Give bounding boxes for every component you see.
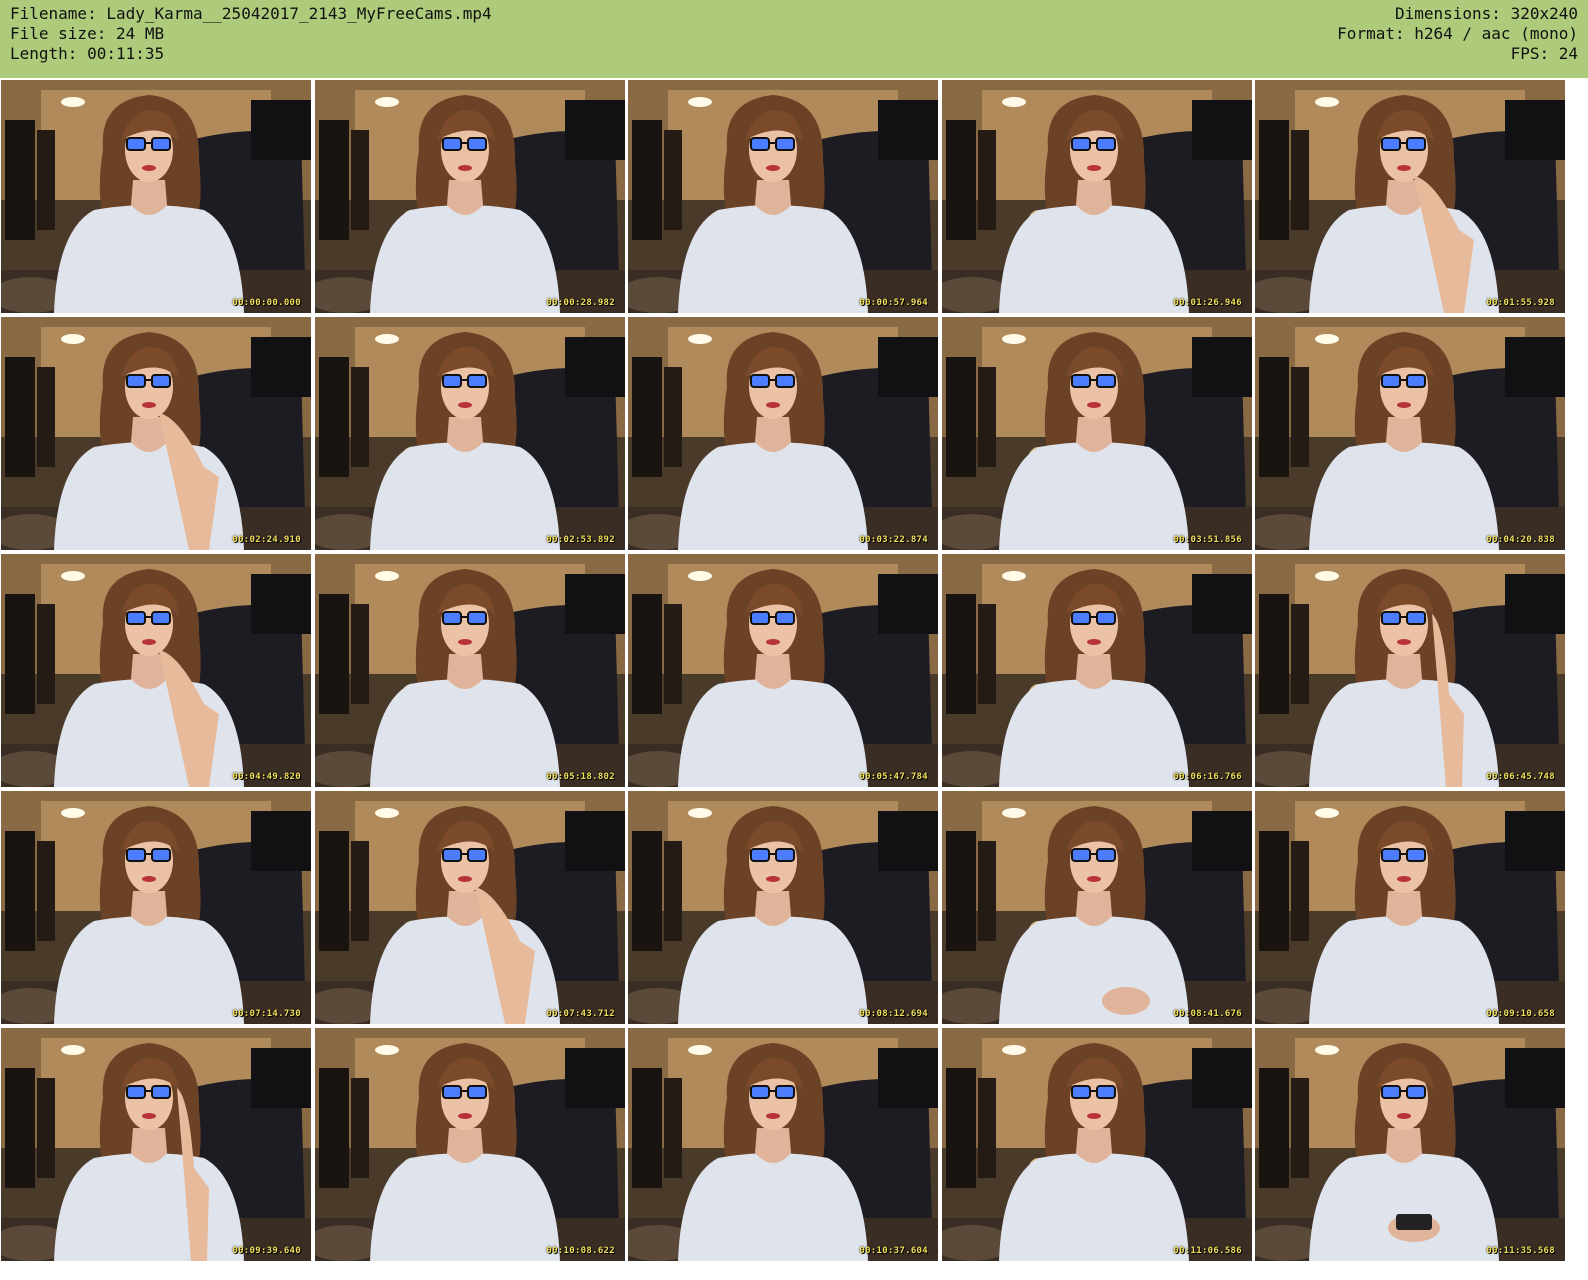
video-info-left: Filename: Lady_Karma__25042017_2143_MyFr… — [10, 4, 492, 64]
frame-timestamp: 00:04:49.820 — [232, 772, 301, 782]
webcam-frame-image — [1255, 80, 1565, 313]
frame-timestamp: 00:05:47.784 — [859, 772, 928, 782]
frame-timestamp: 00:09:39.640 — [232, 1246, 301, 1256]
webcam-frame-image — [1, 791, 311, 1024]
frame-timestamp: 00:07:14.730 — [232, 1009, 301, 1019]
webcam-frame-image — [315, 1028, 625, 1261]
frame-timestamp: 00:07:43.712 — [546, 1009, 615, 1019]
webcam-frame-image — [1255, 1028, 1565, 1261]
webcam-frame-image — [315, 317, 625, 550]
frame-timestamp: 00:06:45.748 — [1486, 772, 1555, 782]
thumbnail-frame: 00:11:06.586 — [942, 1028, 1252, 1261]
thumbnail-frame: 00:03:51.856 — [942, 317, 1252, 550]
webcam-frame-image — [315, 80, 625, 313]
frame-timestamp: 00:11:35.568 — [1486, 1246, 1555, 1256]
thumbnail-frame: 00:06:16.766 — [942, 554, 1252, 787]
frame-timestamp: 00:02:53.892 — [546, 535, 615, 545]
webcam-frame-image — [628, 317, 938, 550]
webcam-frame-image — [1, 554, 311, 787]
frame-timestamp: 00:01:26.946 — [1173, 298, 1242, 308]
format-text: Format: h264 / aac (mono) — [1337, 24, 1578, 43]
frame-timestamp: 00:03:22.874 — [859, 535, 928, 545]
webcam-frame-image — [1255, 317, 1565, 550]
webcam-frame-image — [1, 1028, 311, 1261]
webcam-frame-image — [942, 554, 1252, 787]
thumbnail-frame: 00:10:37.604 — [628, 1028, 938, 1261]
webcam-frame-image — [942, 1028, 1252, 1261]
thumbnail-frame: 00:02:24.910 — [1, 317, 311, 550]
frame-timestamp: 00:11:06.586 — [1173, 1246, 1242, 1256]
webcam-frame-image — [942, 791, 1252, 1024]
thumbnail-grid: 00:00:00.000 00:00:28.982 00:00:57.964 00:0… — [1, 80, 1588, 1280]
webcam-frame-image — [942, 80, 1252, 313]
webcam-frame-image — [628, 80, 938, 313]
frame-timestamp: 00:03:51.856 — [1173, 535, 1242, 545]
thumbnail-frame: 00:01:26.946 — [942, 80, 1252, 313]
frame-timestamp: 00:10:08.622 — [546, 1246, 615, 1256]
webcam-frame-image — [628, 791, 938, 1024]
frame-timestamp: 00:04:20.838 — [1486, 535, 1555, 545]
frame-timestamp: 00:00:57.964 — [859, 298, 928, 308]
thumbnail-frame: 00:07:43.712 — [315, 791, 625, 1024]
webcam-frame-image — [315, 791, 625, 1024]
thumbnail-frame: 00:00:28.982 — [315, 80, 625, 313]
fps-text: FPS: 24 — [1510, 44, 1578, 63]
video-info-right: Dimensions: 320x240 Format: h264 / aac (… — [1337, 4, 1578, 64]
filename-text: Filename: Lady_Karma__25042017_2143_MyFr… — [10, 4, 492, 23]
thumbnail-frame: 00:09:39.640 — [1, 1028, 311, 1261]
thumbnail-frame: 00:02:53.892 — [315, 317, 625, 550]
thumbnail-frame: 00:00:57.964 — [628, 80, 938, 313]
webcam-frame-image — [942, 317, 1252, 550]
frame-timestamp: 00:01:55.928 — [1486, 298, 1555, 308]
webcam-frame-image — [315, 554, 625, 787]
webcam-frame-image — [1255, 791, 1565, 1024]
thumbnail-frame: 00:04:20.838 — [1255, 317, 1565, 550]
length-text: Length: 00:11:35 — [10, 44, 165, 63]
frame-timestamp: 00:05:18.802 — [546, 772, 615, 782]
frame-timestamp: 00:00:00.000 — [232, 298, 301, 308]
frame-timestamp: 00:06:16.766 — [1173, 772, 1242, 782]
thumbnail-frame: 00:07:14.730 — [1, 791, 311, 1024]
thumbnail-frame: 00:09:10.658 — [1255, 791, 1565, 1024]
dimensions-text: Dimensions: 320x240 — [1394, 4, 1578, 23]
thumbnail-frame: 00:10:08.622 — [315, 1028, 625, 1261]
webcam-frame-image — [1, 80, 311, 313]
frame-timestamp: 00:08:12.694 — [859, 1009, 928, 1019]
filesize-text: File size: 24 MB — [10, 24, 165, 43]
webcam-frame-image — [628, 554, 938, 787]
thumbnail-frame: 00:01:55.928 — [1255, 80, 1565, 313]
video-info-header: Filename: Lady_Karma__25042017_2143_MyFr… — [0, 0, 1588, 78]
thumbnail-frame: 00:05:18.802 — [315, 554, 625, 787]
webcam-frame-image — [628, 1028, 938, 1261]
thumbnail-frame: 00:08:41.676 — [942, 791, 1252, 1024]
frame-timestamp: 00:02:24.910 — [232, 535, 301, 545]
thumbnail-frame: 00:03:22.874 — [628, 317, 938, 550]
webcam-frame-image — [1, 317, 311, 550]
thumbnail-frame: 00:11:35.568 — [1255, 1028, 1565, 1261]
contact-sheet: Filename: Lady_Karma__25042017_2143_MyFr… — [0, 0, 1588, 1280]
thumbnail-frame: 00:06:45.748 — [1255, 554, 1565, 787]
thumbnail-frame: 00:04:49.820 — [1, 554, 311, 787]
frame-timestamp: 00:00:28.982 — [546, 298, 615, 308]
thumbnail-frame: 00:05:47.784 — [628, 554, 938, 787]
frame-timestamp: 00:08:41.676 — [1173, 1009, 1242, 1019]
thumbnail-frame: 00:08:12.694 — [628, 791, 938, 1024]
webcam-frame-image — [1255, 554, 1565, 787]
frame-timestamp: 00:09:10.658 — [1486, 1009, 1555, 1019]
thumbnail-frame: 00:00:00.000 — [1, 80, 311, 313]
frame-timestamp: 00:10:37.604 — [859, 1246, 928, 1256]
